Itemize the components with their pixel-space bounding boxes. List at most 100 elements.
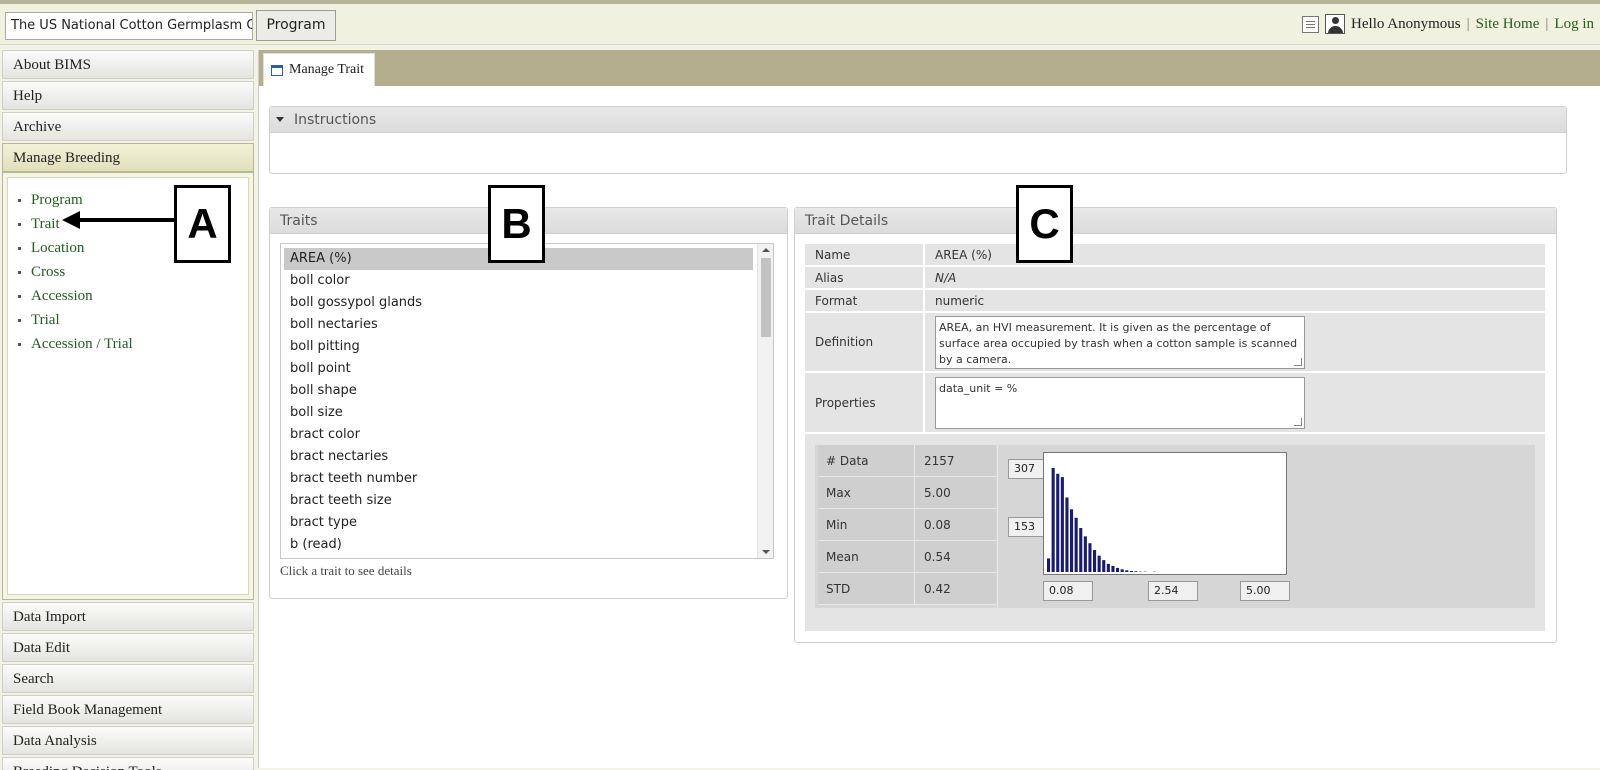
instructions-title: Instructions xyxy=(294,111,377,128)
nav-link-label: Accession / Trial xyxy=(31,335,133,352)
detail-label: Properties xyxy=(815,395,876,410)
trait-list-item[interactable]: boll point xyxy=(284,358,753,380)
tab-bar: Manage Trait xyxy=(259,50,1600,86)
annotation-arrow-line xyxy=(78,218,174,222)
trait-list-item[interactable]: boll color xyxy=(284,270,753,292)
site-home-link[interactable]: Site Home xyxy=(1476,16,1540,33)
nav-link-label: Cross xyxy=(31,263,66,280)
histogram-bar xyxy=(1088,543,1092,572)
histogram-bar xyxy=(1111,565,1115,572)
annotation-a: A xyxy=(174,185,231,263)
histogram-bar xyxy=(1051,468,1055,572)
trait-list-scrollbar[interactable] xyxy=(757,244,773,558)
trait-list-item[interactable]: boll pitting xyxy=(284,336,753,358)
nav-link-accession[interactable]: Accession xyxy=(18,284,248,308)
tab-manage-trait[interactable]: Manage Trait xyxy=(263,53,375,86)
histogram-bar xyxy=(1047,558,1051,572)
bullet-icon xyxy=(18,222,21,226)
nav-data-import[interactable]: Data Import xyxy=(2,602,254,631)
detail-value: numeric xyxy=(923,290,1545,311)
scroll-up-icon[interactable] xyxy=(762,248,770,252)
trait-listbox[interactable]: AREA (%) boll color boll gossypol glands bo… xyxy=(280,243,774,559)
stat-value: 0.08 xyxy=(915,509,996,540)
stat-value: 0.42 xyxy=(915,573,996,604)
trait-list-item[interactable]: boll size xyxy=(284,402,753,424)
nav-archive[interactable]: Archive xyxy=(2,112,254,141)
histogram-y-mid: 153 xyxy=(1008,517,1044,537)
trait-list-item[interactable]: bract type xyxy=(284,512,753,534)
histogram-bar xyxy=(1060,477,1064,572)
stat-value: 0.54 xyxy=(915,541,996,572)
trait-list-item[interactable]: bract color xyxy=(284,424,753,446)
window-icon xyxy=(271,64,283,76)
nav-link-accession-trial[interactable]: Accession / Trial xyxy=(18,332,248,356)
histogram-bar xyxy=(1079,528,1083,572)
nav-link-trial[interactable]: Trial xyxy=(18,308,248,332)
trait-list-item[interactable]: bract teeth number xyxy=(284,468,753,490)
histogram-bar xyxy=(1065,497,1069,572)
trait-list-item[interactable]: boll gossypol glands xyxy=(284,292,753,314)
trait-list-item[interactable]: boll shape xyxy=(284,380,753,402)
detail-label: Definition xyxy=(815,335,874,349)
nav-data-analysis[interactable]: Data Analysis xyxy=(2,726,254,755)
tab-label: Manage Trait xyxy=(289,62,365,77)
trait-list-item[interactable]: bract nectaries xyxy=(284,446,753,468)
stat-value: 5.00 xyxy=(915,477,996,508)
histogram-x-mid: 2.54 xyxy=(1148,581,1198,601)
detail-label: Format xyxy=(815,293,858,308)
nav-search[interactable]: Search xyxy=(2,664,254,693)
trait-details-panel: Trait Details Name AREA (%) Alias N/A Fo… xyxy=(794,207,1557,643)
detail-spacer xyxy=(805,434,1545,443)
main-content: Manage Trait Instructions Traits AREA (%… xyxy=(258,50,1600,768)
detail-row-alias: Alias N/A xyxy=(805,267,1545,290)
nav-data-edit[interactable]: Data Edit xyxy=(2,633,254,662)
instructions-header[interactable]: Instructions xyxy=(270,107,1566,133)
site-name-field[interactable]: The US National Cotton Germplasm Co xyxy=(5,12,253,40)
properties-textarea[interactable]: data_unit = % xyxy=(935,376,1305,429)
trait-list-item[interactable]: b (read) xyxy=(284,534,753,556)
scroll-down-icon[interactable] xyxy=(762,550,770,554)
nav-link-cross[interactable]: Cross xyxy=(18,260,248,284)
stat-label: Mean xyxy=(818,541,915,572)
greeting-text: Hello Anonymous xyxy=(1351,15,1461,32)
trait-details-title: Trait Details xyxy=(795,208,1556,234)
histogram-bar xyxy=(1116,567,1120,572)
histogram-bar xyxy=(1074,517,1078,572)
detail-label: Alias xyxy=(815,270,844,285)
separator: | xyxy=(1545,15,1549,32)
collapse-icon[interactable] xyxy=(276,117,284,122)
traits-panel: Traits AREA (%) boll color boll gossypol g… xyxy=(269,207,788,599)
histogram-bar xyxy=(1083,536,1087,572)
nav-manage-breeding[interactable]: Manage Breeding xyxy=(2,143,254,172)
nav-breeding-decision-tools[interactable]: Breeding Decision Tools xyxy=(2,757,254,770)
detail-row-properties: Properties data_unit = % xyxy=(805,373,1545,434)
log-in-link[interactable]: Log in xyxy=(1554,16,1594,33)
nav-field-book-management[interactable]: Field Book Management xyxy=(2,695,254,724)
detail-value: data_unit = % xyxy=(923,373,1545,432)
user-icon[interactable] xyxy=(1325,14,1346,34)
histogram-area: 307 153 0.08 2.54 5.00 xyxy=(997,445,1535,608)
detail-row-name: Name AREA (%) xyxy=(805,244,1545,267)
nav-help[interactable]: Help xyxy=(2,81,254,110)
trait-list-item[interactable]: bract teeth size xyxy=(284,490,753,512)
histogram-bar xyxy=(1070,509,1074,572)
scroll-thumb[interactable] xyxy=(761,258,771,337)
top-bar: The US National Cotton Germplasm Co Prog… xyxy=(0,0,1600,45)
user-area: Hello Anonymous | Site Home | Log in xyxy=(1302,14,1594,34)
detail-row-format: Format numeric xyxy=(805,290,1545,313)
list-icon[interactable] xyxy=(1302,15,1320,33)
nav-about-bims[interactable]: About BIMS xyxy=(2,50,254,79)
detail-label: Name xyxy=(815,247,851,262)
separator: | xyxy=(1466,15,1470,32)
program-button[interactable]: Program xyxy=(256,10,336,41)
bullet-icon xyxy=(18,198,21,202)
definition-textarea[interactable]: AREA, an HVI measurement. It is given as… xyxy=(935,315,1305,369)
histogram-bar xyxy=(1134,571,1138,572)
histogram-x-min: 0.08 xyxy=(1043,581,1093,601)
trait-list-item[interactable]: boll nectaries xyxy=(284,314,753,336)
stat-row-std: STD 0.42 xyxy=(818,573,996,605)
bullet-icon xyxy=(18,246,21,250)
nav-link-label: Location xyxy=(31,239,85,256)
bullet-icon xyxy=(18,318,21,322)
histogram-bar xyxy=(1097,555,1101,572)
